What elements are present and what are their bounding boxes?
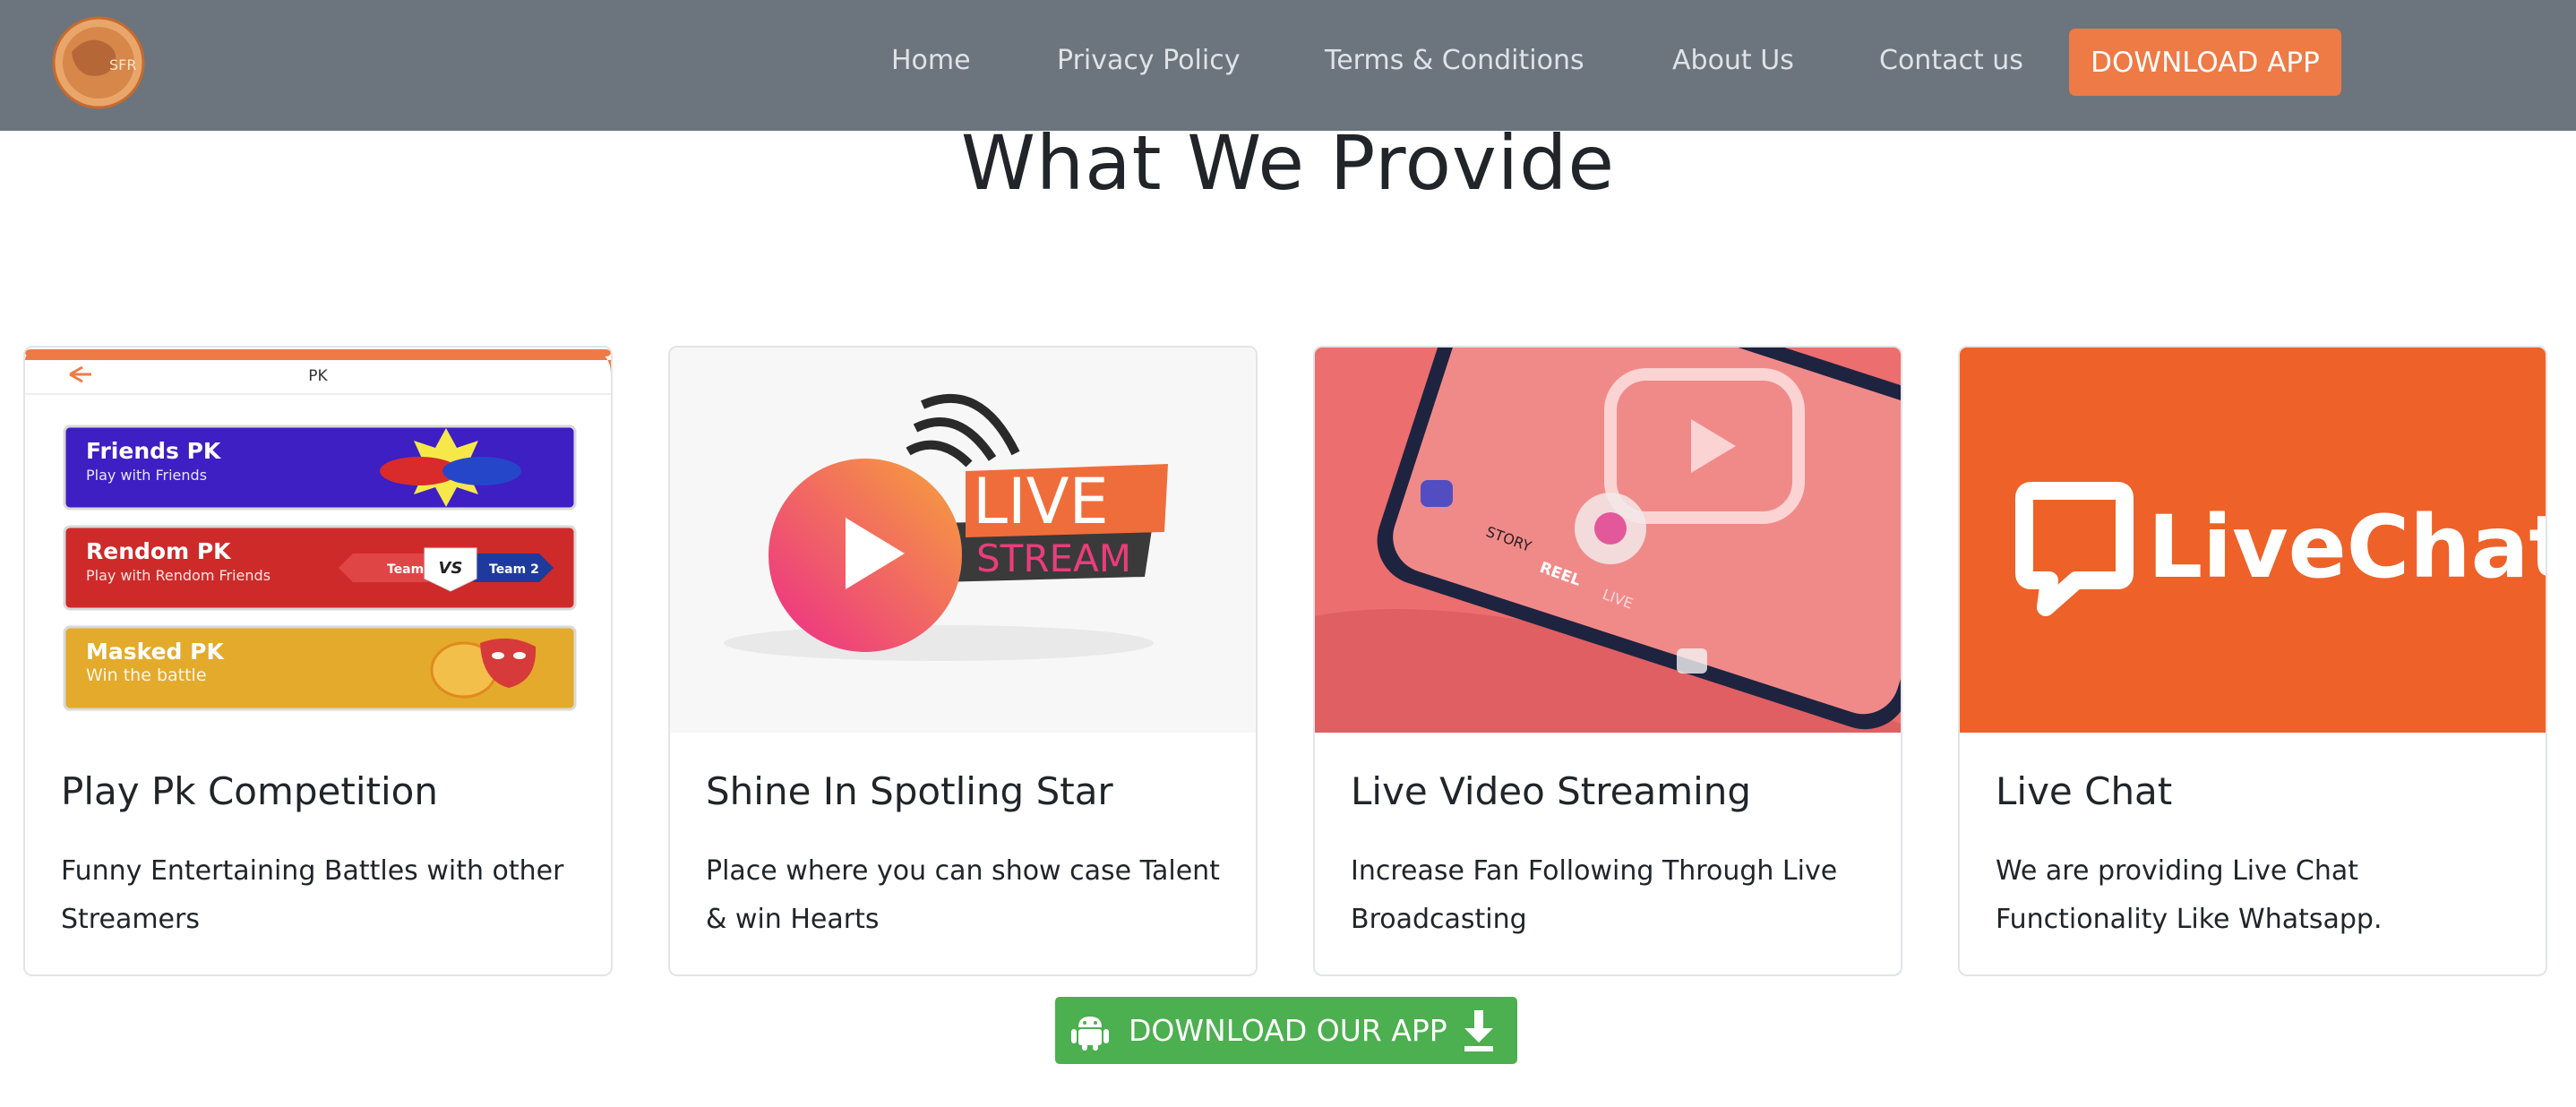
card-title: Live Video Streaming <box>1351 769 1752 813</box>
feature-card-spotlight[interactable]: LIVE STREAM Shine In Spotling Star Place… <box>668 346 1258 976</box>
section-title: What We Provide <box>960 119 1616 207</box>
svg-text:Win the battle: Win the battle <box>86 665 207 685</box>
live-stream-image: LIVE STREAM <box>670 348 1256 733</box>
download-our-app-label: DOWNLOAD OUR APP <box>1129 1013 1447 1048</box>
navbar: SFR Home Privacy Policy Terms & Conditio… <box>0 0 2576 131</box>
svg-text:LIVE: LIVE <box>973 465 1109 538</box>
download-our-app-button[interactable]: DOWNLOAD OUR APP <box>1055 997 1517 1064</box>
download-icon <box>1464 1010 1493 1051</box>
svg-text:Rendom PK: Rendom PK <box>86 538 232 564</box>
card-text: We are providing Live Chat Functionality… <box>1996 855 2383 935</box>
card-text: Funny Entertaining Battles with other St… <box>61 855 564 935</box>
nav-link-about-us[interactable]: About Us <box>1672 43 1794 79</box>
nav-link-home[interactable]: Home <box>891 43 971 79</box>
nav-link-privacy-policy[interactable]: Privacy Policy <box>1057 43 1240 79</box>
nav-link-terms[interactable]: Terms & Conditions <box>1325 43 1584 79</box>
pk-header: PK <box>308 367 328 385</box>
android-icon <box>1071 1017 1109 1051</box>
svg-text:Friends PK: Friends PK <box>86 438 222 464</box>
svg-text:LiveChat: LiveChat <box>2148 497 2546 597</box>
svg-text:Play with Friends: Play with Friends <box>86 467 207 484</box>
svg-text:VS: VS <box>439 559 463 578</box>
svg-text:Play with Rendom Friends: Play with Rendom Friends <box>86 567 270 584</box>
feature-card-pk[interactable]: PK Friends PK Play with Friends Rendom P… <box>23 346 613 976</box>
phone-reel-image: STORY REEL LIVE <box>1315 348 1901 733</box>
nav-link-contact-us[interactable]: Contact us <box>1879 43 2023 79</box>
download-app-button[interactable]: DOWNLOAD APP <box>2069 29 2341 96</box>
svg-text:Masked PK: Masked PK <box>86 639 225 665</box>
card-text: Place where you can show case Talent & w… <box>706 855 1220 935</box>
livechat-logo-image: LiveChat <box>1960 348 2546 733</box>
feature-card-video-streaming[interactable]: STORY REEL LIVE Live Video Streaming Inc… <box>1313 346 1902 976</box>
card-title: Shine In Spotling Star <box>706 769 1113 813</box>
card-title: Play Pk Competition <box>61 769 438 813</box>
card-text: Increase Fan Following Through Live Broa… <box>1351 855 1838 935</box>
app-logo[interactable]: SFR <box>52 16 145 109</box>
feature-card-live-chat[interactable]: LiveChat Live Chat We are providing Live… <box>1958 346 2547 976</box>
svg-text:SFR: SFR <box>109 56 136 73</box>
svg-text:Team 2: Team 2 <box>489 562 539 577</box>
card-title: Live Chat <box>1996 769 2173 813</box>
pk-screenshot-image: PK Friends PK Play with Friends Rendom P… <box>25 348 611 733</box>
svg-text:STREAM: STREAM <box>976 536 1131 580</box>
